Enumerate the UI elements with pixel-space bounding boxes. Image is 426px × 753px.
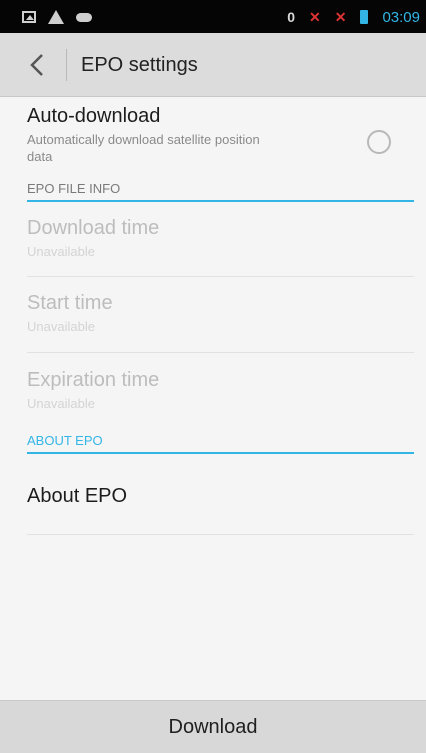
download-time-value: Unavailable <box>27 244 95 259</box>
row-divider <box>27 276 414 277</box>
section-epo-file-info: EPO FILE INFO <box>27 181 414 202</box>
notification-count: 0 <box>287 9 295 25</box>
status-bar-time: 03:09 <box>382 8 420 26</box>
signal-2-no-service-icon: ✕ <box>334 8 347 25</box>
auto-download-radio[interactable] <box>367 130 391 154</box>
status-bar-left-icons <box>22 7 92 27</box>
auto-download-row[interactable]: Auto-download Automatically download sat… <box>27 104 411 168</box>
section-header-epo-file-info: EPO FILE INFO <box>27 181 121 196</box>
section-underline <box>27 452 414 454</box>
download-time-title: Download time <box>27 217 160 239</box>
auto-download-summary: Automatically download satellite positio… <box>27 132 260 164</box>
back-arrow-icon[interactable] <box>27 53 49 77</box>
section-underline <box>27 200 414 202</box>
page-title: EPO settings <box>81 54 198 76</box>
section-about-epo: ABOUT EPO <box>27 433 414 454</box>
cloud-icon <box>76 12 92 22</box>
expiration-time-title: Expiration time <box>27 369 160 391</box>
row-divider <box>27 352 414 353</box>
epo-settings-screen: 0 ✕ ✕ 03:09 EPO settings Auto-download A… <box>0 0 426 753</box>
download-button-label: Download <box>168 715 258 738</box>
battery-icon <box>360 10 369 24</box>
about-epo-title: About EPO <box>27 485 128 507</box>
action-bar-divider <box>66 49 67 81</box>
action-bar: EPO settings <box>0 33 426 97</box>
status-bar-right-icons: 0 ✕ ✕ 03:09 <box>287 6 420 28</box>
row-divider <box>27 534 414 535</box>
about-epo-row[interactable]: About EPO <box>27 484 411 508</box>
signal-1-no-service-icon: ✕ <box>308 8 321 25</box>
warning-icon <box>48 10 64 24</box>
image-icon <box>22 11 36 23</box>
status-bar: 0 ✕ ✕ 03:09 <box>0 0 426 33</box>
expiration-time-value: Unavailable <box>27 396 95 411</box>
section-header-about-epo: ABOUT EPO <box>27 433 103 448</box>
download-button[interactable]: Download <box>0 700 426 753</box>
expiration-time-row: Expiration time Unavailable <box>27 368 411 412</box>
start-time-row: Start time Unavailable <box>27 291 411 335</box>
start-time-value: Unavailable <box>27 319 95 334</box>
download-time-row: Download time Unavailable <box>27 216 411 260</box>
start-time-title: Start time <box>27 292 113 314</box>
auto-download-title: Auto-download <box>27 105 161 127</box>
